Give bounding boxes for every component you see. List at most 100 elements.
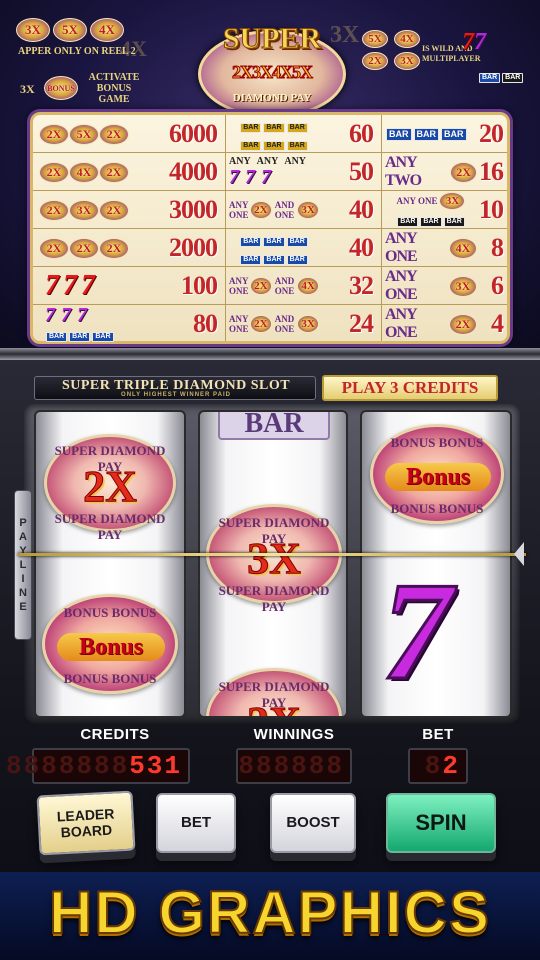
- bar-icon: BAR: [441, 127, 467, 141]
- seven-icon: 7: [474, 29, 486, 55]
- game-title-banner: SUPER TRIPLE DIAMOND SLOT ONLY HIGHEST W…: [34, 376, 316, 400]
- seven-icon: 7: [261, 166, 271, 188]
- payout: 60: [349, 119, 374, 148]
- bonus-prefix: 3X: [20, 82, 35, 96]
- logo-super-text: SUPER: [222, 22, 322, 56]
- multiplier-coin: 5X: [53, 18, 87, 42]
- multiplier-coin: 4X: [69, 161, 99, 183]
- bar-icon: BAR: [386, 127, 412, 141]
- seven-symbols: 77: [462, 28, 486, 56]
- combo: ANY ANY ANY 7 7 7: [229, 153, 319, 191]
- paytable-panel: 4X 3X 3X 5X 4X APPER ONLY ON REEL 2 3X B…: [0, 0, 540, 355]
- paytable-row: 2X 5X 2X 6000 BAR BAR BAR BAR BAR BAR 60 BAR…: [33, 115, 507, 153]
- payline-arrow-icon: [514, 542, 524, 566]
- winnings-display: 888888: [236, 748, 352, 784]
- seven-icon: 7: [61, 304, 71, 326]
- multiplier-coin: 5X: [69, 123, 99, 145]
- payout: 50: [349, 157, 374, 186]
- payout: 24: [349, 309, 374, 338]
- multiplier-coin: 2X: [39, 237, 69, 259]
- paytable: 2X 5X 2X 6000 BAR BAR BAR BAR BAR BAR 60 BAR…: [30, 112, 510, 344]
- bet-button[interactable]: BET: [156, 793, 236, 853]
- combo: 7 7 7: [39, 267, 139, 305]
- any-one-label: ANY ONE: [396, 196, 438, 206]
- multiplier-coin: 3X: [16, 18, 50, 42]
- payout: 16: [479, 157, 504, 186]
- bar-icon: BAR: [46, 332, 68, 342]
- multiplier-coin: 2X: [449, 313, 477, 335]
- multiplier-coin: 2X: [99, 123, 129, 145]
- reel-1[interactable]: SUPER DIAMOND PAY 2X SUPER DIAMOND PAY B…: [34, 410, 186, 718]
- multiplier-coin: 2X: [99, 161, 129, 183]
- reel-2[interactable]: BAR SUPER DIAMOND PAY 3X SUPER DIAMOND P…: [198, 410, 348, 718]
- payline-letter: L: [19, 559, 27, 571]
- any-one-label: ANY ONE: [385, 306, 418, 341]
- logo-multipliers: 2X3X4X5X: [232, 62, 314, 83]
- combo: ANY ONE 3X: [385, 267, 477, 305]
- bar-icon: BAR: [413, 127, 439, 141]
- multiplier-coin: 2X: [39, 199, 69, 221]
- any-one-label: ANY ONE: [229, 314, 249, 334]
- multiplier-coin: 5X: [362, 30, 388, 48]
- paytable-row: 7 7 7 100 ANY ONE 2X AND ONE 4X 32 ANY O…: [33, 267, 507, 305]
- boost-button[interactable]: BOOST: [270, 793, 356, 853]
- payline-letter: P: [19, 517, 27, 529]
- coin-multiplier: 2X: [83, 462, 138, 512]
- paytable-row: 2X 4X 2X 4000 ANY ANY ANY 7 7 7 50 ANY TWO…: [33, 153, 507, 191]
- payout: 10: [479, 195, 504, 224]
- seven-icon: 7: [77, 304, 87, 326]
- coin-ring-text: BONUS BONUS: [390, 435, 484, 450]
- reel-3[interactable]: BONUS BONUS Bonus BONUS BONUS 7: [360, 410, 512, 718]
- bar-icon: BAR: [479, 73, 501, 83]
- paytable-row: 2X 2X 2X 2000 BAR BAR BAR BAR BAR BAR 40 ANY…: [33, 229, 507, 267]
- bar-icon: BAR: [443, 217, 465, 227]
- leaderboard-button[interactable]: LEADER BOARD: [36, 790, 136, 856]
- chrome-divider: [0, 348, 540, 360]
- multiplier-coin: 3X: [297, 315, 319, 333]
- coin-ring-text: BONUS BONUS: [63, 605, 157, 620]
- combo: 2X 5X 2X: [39, 115, 139, 153]
- logo-subtitle: DIAMOND PAY: [232, 92, 312, 104]
- multiplier-coin: 4X: [449, 237, 477, 259]
- combo: ANY TWO 2X: [385, 153, 477, 191]
- combo: 7 7 7 BAR BAR BAR: [39, 305, 139, 343]
- bar-icon: BAR: [286, 141, 308, 151]
- multiplier-coin: 2X: [99, 237, 129, 259]
- payout: 2000: [169, 233, 218, 262]
- payout: 32: [349, 271, 374, 300]
- seven-icon: 7: [229, 166, 239, 188]
- seven-icon: 7: [462, 29, 474, 55]
- bar-icon: BAR: [263, 123, 285, 133]
- any-one-label: ANY ONE: [229, 276, 249, 296]
- payout: 8: [491, 233, 504, 262]
- combo: BAR BAR BAR BAR BAR BAR: [229, 229, 319, 267]
- bar-symbols: BAR BAR: [478, 66, 524, 84]
- reel2-note: APPER ONLY ON REEL 2: [18, 46, 136, 57]
- payout: 4: [491, 309, 504, 338]
- multiplier-coin: 2X: [39, 161, 69, 183]
- play-credits-banner: PLAY 3 CREDITS: [322, 375, 498, 401]
- spin-button[interactable]: SPIN: [386, 793, 496, 853]
- bar-icon: BAR: [263, 141, 285, 151]
- coin-ring-text: BONUS BONUS: [63, 671, 157, 686]
- winnings-value: 888888: [238, 751, 344, 781]
- combo: ANY ONE 2X AND ONE 3X: [229, 191, 319, 229]
- bet-value: 2: [442, 751, 460, 781]
- payline-letter: A: [19, 531, 27, 543]
- bar-icon: BAR: [240, 255, 262, 265]
- seven-icon: 7: [245, 166, 255, 188]
- bar-icon: BAR: [397, 217, 419, 227]
- combo: BAR BAR BAR BAR BAR BAR: [229, 115, 319, 153]
- payout: 80: [193, 309, 218, 338]
- credits-display: 8888888 531: [6, 748, 190, 784]
- combo: ANY ONE 2X AND ONE 3X: [229, 305, 319, 343]
- winnings-label: WINNINGS: [253, 726, 335, 743]
- bet-label: BET: [422, 726, 454, 743]
- paytable-row: 2X 3X 2X 3000 ANY ONE 2X AND ONE 3X 40 A…: [33, 191, 507, 229]
- bar-icon: BAR: [240, 123, 262, 133]
- payout: 40: [349, 233, 374, 262]
- any-label: ANY: [284, 156, 307, 167]
- bar-icon: BAR: [420, 217, 442, 227]
- bar-icon: BAR: [263, 237, 285, 247]
- multiplier-coin: 3X: [449, 275, 477, 297]
